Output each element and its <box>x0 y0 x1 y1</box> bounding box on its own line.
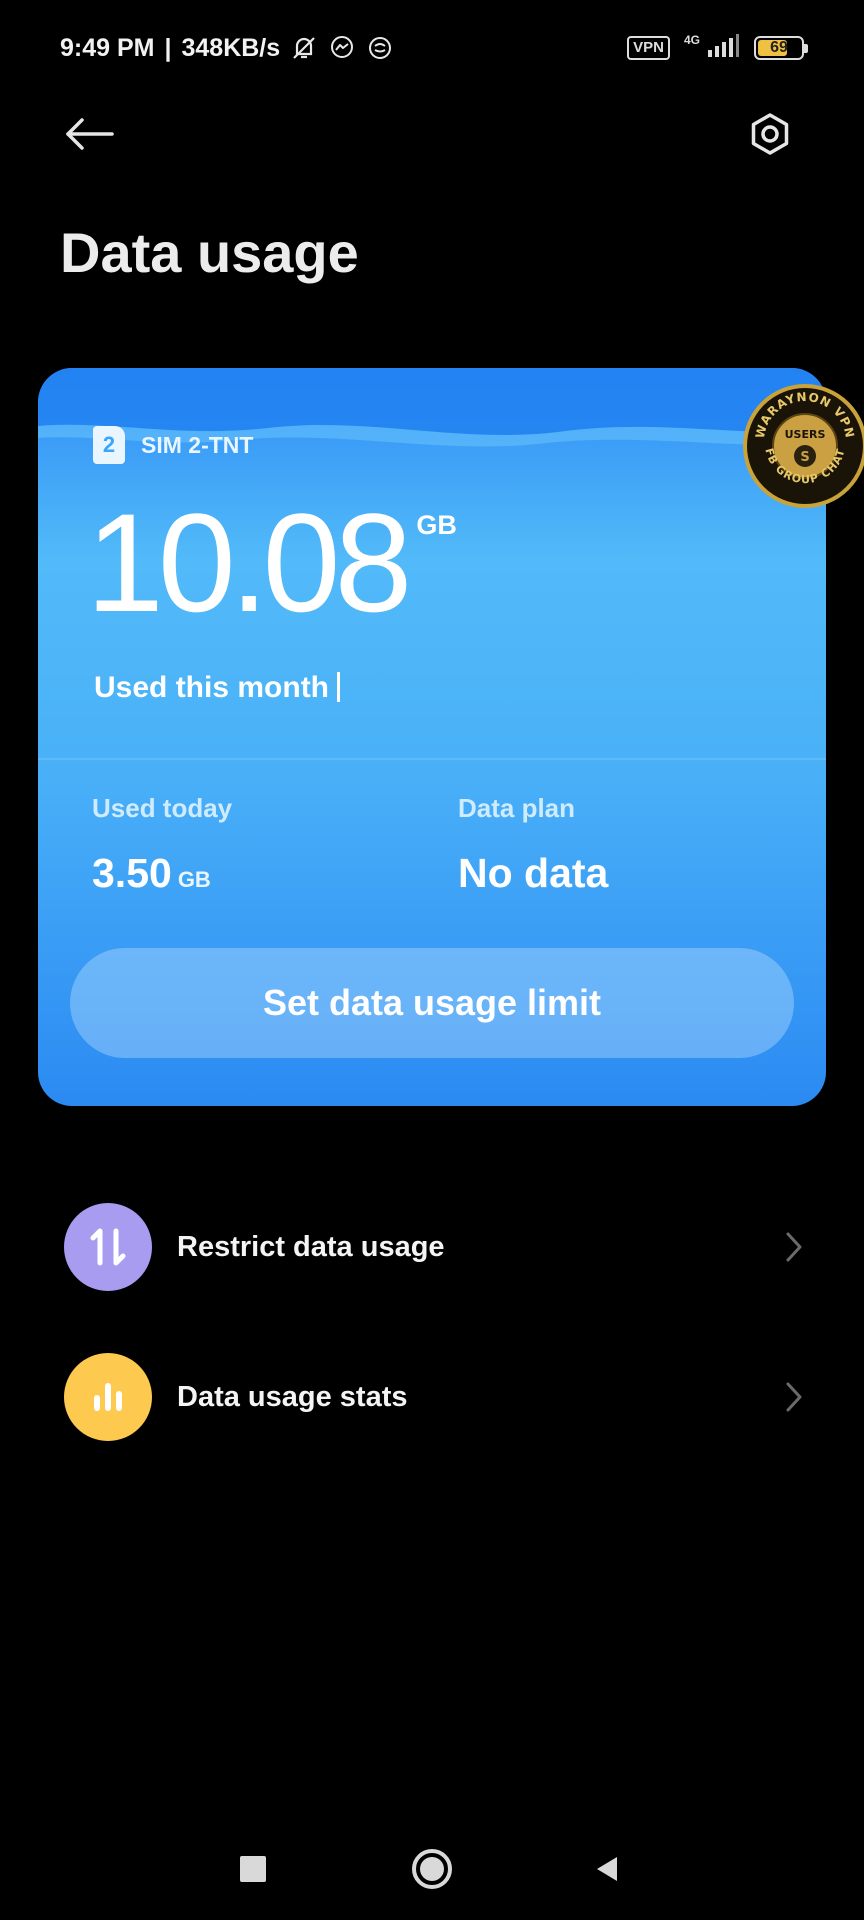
chevron-right-icon <box>784 1227 808 1267</box>
monthly-usage-unit: GB <box>416 510 457 540</box>
used-today-block: Used today 3.50 GB <box>92 793 232 897</box>
recents-square-icon <box>238 1854 268 1889</box>
up-down-arrows-icon <box>64 1203 152 1291</box>
card-divider <box>38 758 826 760</box>
home-circle-icon <box>410 1847 454 1896</box>
data-plan-value: No data <box>458 850 609 896</box>
bar-chart-icon <box>64 1353 152 1441</box>
gear-icon <box>748 112 792 161</box>
back-button[interactable] <box>64 112 120 160</box>
chevron-right-icon <box>784 1377 808 1417</box>
data-usage-stats-label: Data usage stats <box>177 1380 408 1413</box>
screen: 9:49 PM | 348KB/s VPN 4G 69 Data usage 2… <box>0 0 864 1920</box>
data-plan-block[interactable]: Data plan No data <box>458 793 608 897</box>
status-bar: 9:49 PM | 348KB/s VPN 4G 69 <box>0 0 864 96</box>
svg-text:USERS: USERS <box>785 428 826 441</box>
used-today-value: 3.50 <box>92 850 172 896</box>
data-usage-stats-item[interactable]: Data usage stats <box>0 1342 864 1452</box>
sim-number: 2 <box>102 432 116 457</box>
sim-label: SIM 2-TNT <box>141 431 254 458</box>
text-cursor <box>337 672 341 702</box>
set-data-limit-button[interactable]: Set data usage limit <box>70 948 794 1058</box>
status-time: 9:49 PM <box>60 33 155 62</box>
status-separator: | <box>164 33 172 62</box>
monthly-usage: 10.08 GB <box>86 488 457 638</box>
used-today-value-row: 3.50 GB <box>92 850 232 897</box>
battery-icon: 69 <box>754 36 808 60</box>
used-today-unit: GB <box>177 867 211 892</box>
data-plan-label: Data plan <box>458 793 576 823</box>
restrict-data-usage-label: Restrict data usage <box>177 1230 445 1263</box>
navigation-bar <box>0 1820 864 1920</box>
usage-card: 2 SIM 2-TNT 10.08 GB Used this month Use… <box>38 368 826 1106</box>
monthly-usage-caption-text: Used this month <box>94 671 330 704</box>
sim-card-icon: 2 <box>93 426 125 464</box>
status-speed: 348KB/s <box>181 33 281 62</box>
messenger-icon <box>328 34 356 62</box>
recents-button[interactable] <box>226 1844 280 1898</box>
status-right: VPN 4G 69 <box>627 33 808 63</box>
settings-button[interactable] <box>746 112 794 160</box>
sim-indicator[interactable]: 2 SIM 2-TNT <box>93 426 253 464</box>
used-today-label: Used today <box>92 793 233 823</box>
signal-icon <box>706 33 740 63</box>
vpn-badge: VPN <box>627 36 670 60</box>
restrict-data-usage-item[interactable]: Restrict data usage <box>0 1192 864 1302</box>
back-triangle-icon <box>591 1853 623 1890</box>
svg-text:S: S <box>800 450 809 465</box>
bell-off-icon <box>290 34 318 62</box>
chat-bubble-icon <box>366 34 394 62</box>
battery-level: 69 <box>770 39 788 56</box>
page-title: Data usage <box>60 221 359 284</box>
monthly-usage-caption: Used this month <box>94 671 341 705</box>
home-button[interactable] <box>405 1844 459 1898</box>
monthly-usage-value: 10.08 <box>86 484 412 641</box>
watermark-seal-logo: WARAYNON VPN FB GROUP CHAT USERS S <box>743 384 864 508</box>
network-type: 4G <box>683 33 700 47</box>
nav-back-button[interactable] <box>580 1844 634 1898</box>
arrow-left-icon <box>64 116 116 157</box>
status-left: 9:49 PM | 348KB/s <box>60 34 394 63</box>
